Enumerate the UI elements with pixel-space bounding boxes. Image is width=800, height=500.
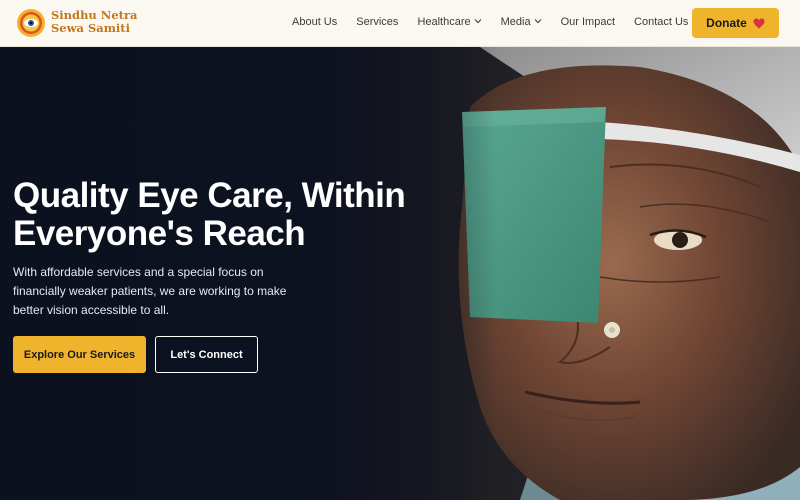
logo-icon[interactable] <box>16 8 46 38</box>
donate-button[interactable]: Donate <box>692 8 779 38</box>
nav-about-us[interactable]: About Us <box>292 16 337 28</box>
nav-services[interactable]: Services <box>356 16 398 28</box>
donate-label: Donate <box>706 16 747 30</box>
hero-title-line-2: Everyone's Reach <box>13 214 306 253</box>
brand-line-2: Sewa Samiti <box>51 21 130 35</box>
nav-label: Healthcare <box>417 16 471 28</box>
main-nav: About Us Services Healthcare Media Our I… <box>292 16 707 28</box>
site-header: Sindhu Netra Sewa Samiti About Us Servic… <box>0 0 800 47</box>
explore-services-button[interactable]: Explore Our Services <box>13 336 146 373</box>
brand-name[interactable]: Sindhu Netra Sewa Samiti <box>51 9 137 35</box>
nav-label: Contact Us <box>634 16 689 28</box>
heart-icon <box>753 18 765 28</box>
nav-media[interactable]: Media <box>501 16 542 28</box>
lets-connect-button[interactable]: Let's Connect <box>155 336 258 373</box>
nav-label: About Us <box>292 16 338 28</box>
hero-title: Quality Eye Care, Within Everyone's Reac… <box>13 177 443 253</box>
nav-label: Services <box>356 16 399 28</box>
chevron-down-icon <box>534 19 542 24</box>
nav-contact-us[interactable]: Contact Us <box>634 16 688 28</box>
hero-description: With affordable services and a special f… <box>13 265 287 317</box>
chevron-down-icon <box>474 19 482 24</box>
nav-label: Media <box>500 16 531 28</box>
nav-healthcare[interactable]: Healthcare <box>417 16 482 28</box>
nav-label: Our Impact <box>560 16 616 28</box>
hero-section: Quality Eye Care, Within Everyone's Reac… <box>0 47 800 500</box>
hero-title-line-1: Quality Eye Care, Within <box>13 176 406 215</box>
nav-our-impact[interactable]: Our Impact <box>561 16 615 28</box>
